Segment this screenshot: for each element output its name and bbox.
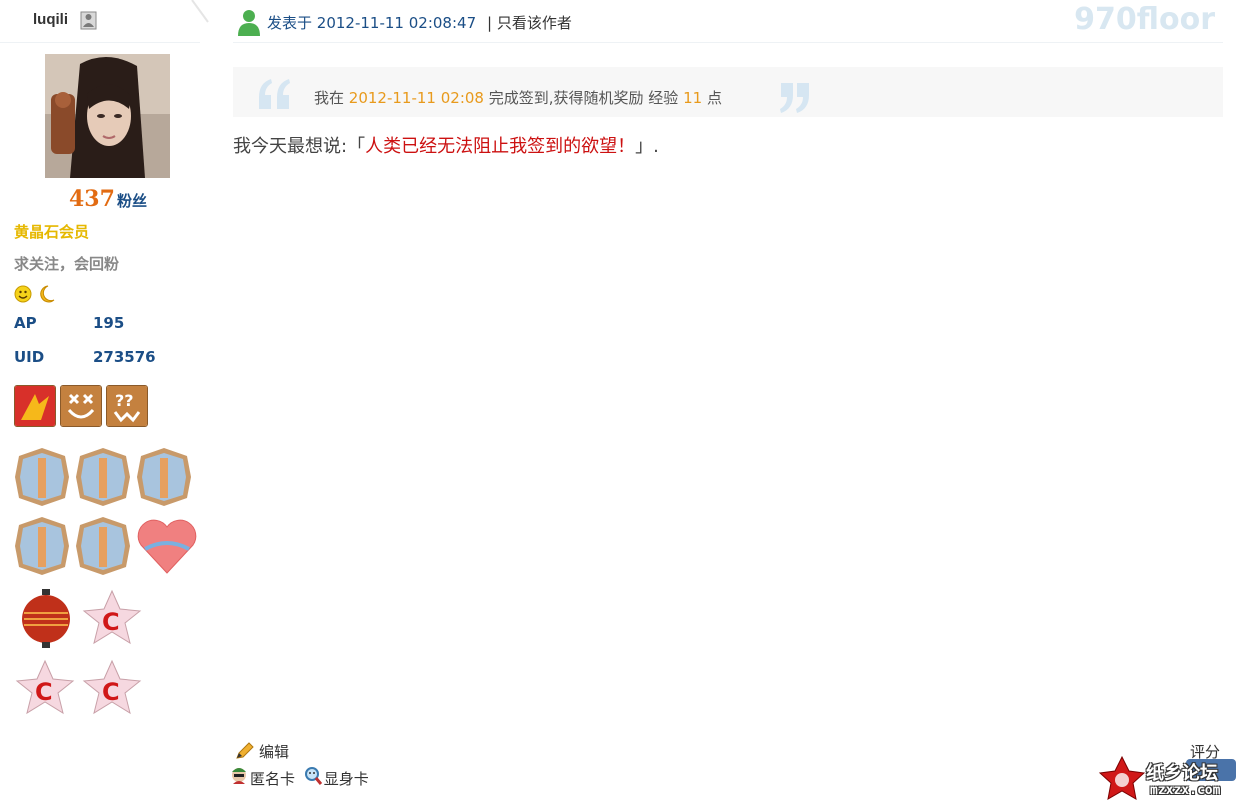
fans-count-row[interactable]: 437 粉丝 [69,186,147,212]
author-sidebar: luqili 437 粉丝 黄晶石会员 求关注，会回粉 AP 195 UID 2… [0,0,209,803]
reveal-card-label: 显身卡 [323,770,369,788]
username-row: luqili [0,0,200,43]
lantern-badge-icon[interactable] [18,587,74,649]
signin-prefix: 我在 [314,89,345,107]
author-username[interactable]: luqili [33,11,68,28]
winged-star-c-badge-icon[interactable]: C [80,585,144,647]
anon-card-button[interactable]: 匿名卡 [230,768,295,789]
crystal-badge-icon[interactable] [13,446,71,508]
question-face-medal-icon[interactable]: ?? [106,385,148,427]
reveal-card-button[interactable]: 显身卡 [304,767,369,789]
floor-number[interactable]: 970floor [1074,2,1215,37]
site-watermark: 纸乡论坛 mzxzx.com [1098,755,1238,803]
anon-card-label: 匿名卡 [250,770,296,788]
signin-suffix: 点 [706,89,722,107]
open-quote-icon [259,79,290,109]
crystal-badge-icon[interactable] [135,446,193,508]
crystal-badge-icon[interactable] [74,515,132,577]
signin-middle: 完成签到,获得随机奖励 经验 [488,89,679,107]
heart-badge-icon[interactable] [135,515,199,577]
edit-label: 编辑 [259,743,290,761]
pencil-icon [236,742,254,759]
close-quote-icon [780,83,809,113]
svg-text:C: C [102,608,120,636]
watermark-domain: mzxzx.com [1150,783,1221,798]
svg-text:??: ?? [115,391,134,410]
signin-time: 2012-11-11 02:08 [348,89,484,107]
crystal-badge-icon[interactable] [13,515,71,577]
svg-text:C: C [102,678,120,706]
svg-text:C: C [35,678,53,706]
edit-button[interactable]: 编辑 [235,741,289,762]
online-user-icon [238,10,260,36]
level-icons [14,284,58,304]
stat-label-uid: UID [14,348,45,366]
user-group[interactable]: 黄晶石会员 [14,221,89,242]
sun-moon-level-icon [14,285,55,303]
winged-star-c-badge-icon[interactable]: C [13,655,77,717]
body-prefix: 我今天最想说:「 [233,136,366,157]
body-suffix: 」. [635,136,659,157]
user-profile-icon[interactable] [80,11,97,30]
stat-value-ap: 195 [93,314,125,332]
watermark-site-name: 纸乡论坛 [1146,763,1218,784]
fire-medal-icon[interactable] [14,385,56,427]
signin-message: 我在 2012-11-11 02:08 完成签到,获得随机奖励 经验 11 点 [314,87,722,108]
avatar-image [45,54,170,178]
magnifier-card-icon [304,767,322,785]
fans-label[interactable]: 粉丝 [117,192,147,210]
post-time: 发表于 2012-11-11 02:08:47 [267,12,476,33]
posted-time: 2012-11-11 02:08:47 [316,14,477,32]
only-author-link[interactable]: | 只看该作者 [487,12,572,33]
signin-exp: 11 [683,89,703,107]
user-signature: 求关注，会回粉 [14,255,120,273]
signin-quote-box: 我在 2012-11-11 02:08 完成签到,获得随机奖励 经验 11 点 [233,67,1223,117]
crystal-badge-icon[interactable] [74,446,132,508]
stat-value-uid: 273576 [93,348,156,366]
divider-decoration [191,0,209,23]
post-header: 发表于 2012-11-11 02:08:47 | 只看该作者 970floor [233,0,1223,43]
winged-star-c-badge-icon[interactable]: C [80,655,144,717]
fans-count[interactable]: 437 [69,186,115,212]
avatar[interactable] [45,54,170,178]
body-quote: 人类已经无法阻止我签到的欲望！ [365,136,636,157]
post-body: 我今天最想说:「人类已经无法阻止我签到的欲望！」. [233,132,659,158]
dizzy-face-medal-icon[interactable] [60,385,102,427]
posted-prefix: 发表于 [267,14,313,32]
stat-label-ap: AP [14,314,37,332]
cards-row: 匿名卡 显身卡 [230,767,373,789]
anon-card-icon [232,768,246,784]
